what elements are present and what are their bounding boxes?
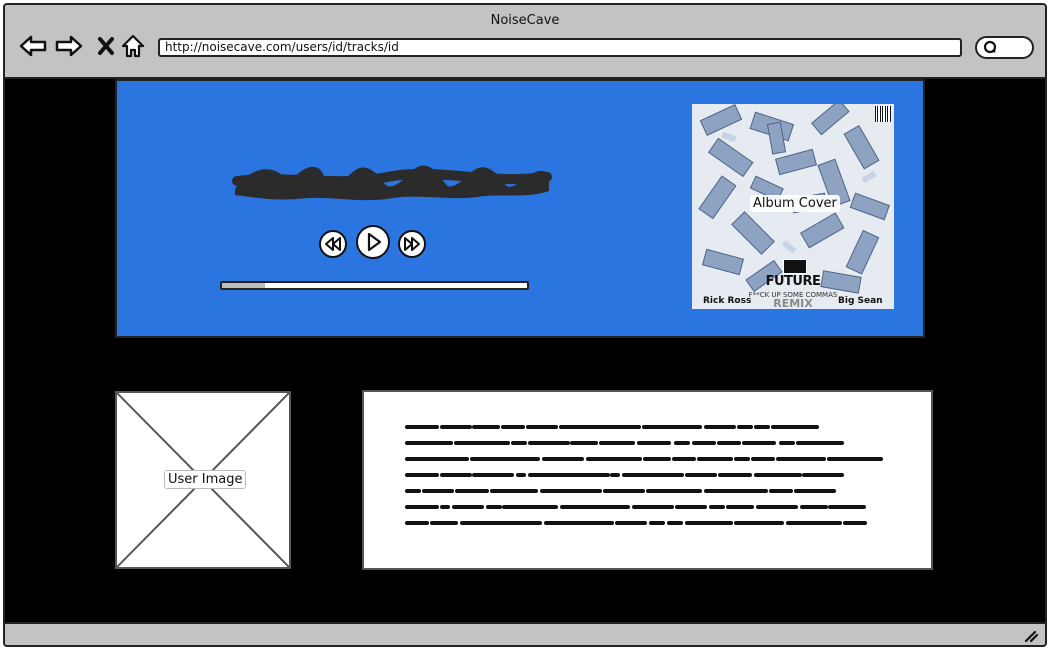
address-bar[interactable]: http://noisecave.com/users/id/tracks/id (158, 38, 962, 57)
user-image-label: User Image (164, 470, 247, 489)
track-progress-bar[interactable] (220, 281, 529, 290)
playback-controls (318, 224, 428, 260)
rewind-icon[interactable] (318, 229, 348, 259)
album-cover: Album Cover FUTURE F**CK UP SOME COMMAS … (692, 104, 894, 309)
close-icon[interactable] (91, 31, 121, 61)
play-icon[interactable] (355, 224, 391, 260)
player-panel: Album Cover FUTURE F**CK UP SOME COMMAS … (115, 79, 925, 338)
user-image-placeholder: User Image (115, 391, 291, 569)
browser-statusbar (5, 622, 1045, 645)
forward-arrow-icon[interactable] (54, 31, 84, 61)
fast-forward-icon[interactable] (397, 229, 427, 259)
barcode-graphic (875, 106, 891, 122)
cover-right-credit: Big Sean (838, 296, 883, 306)
browser-titlebar: NoiseCave http://noisecave.com/users/id/… (5, 5, 1045, 79)
search-field[interactable] (975, 36, 1034, 59)
back-arrow-icon[interactable] (18, 31, 48, 61)
album-cover-label: Album Cover (750, 195, 840, 212)
resize-grip-icon[interactable] (1023, 627, 1039, 643)
cover-left-credit: Rick Ross (703, 296, 752, 306)
description-text-scribble (405, 425, 883, 525)
browser-window: NoiseCave http://noisecave.com/users/id/… (3, 3, 1047, 647)
search-icon (983, 40, 997, 54)
track-title (227, 153, 557, 207)
explicit-badge (783, 259, 807, 274)
home-icon[interactable] (118, 31, 148, 61)
cover-artist-text: FUTURE (765, 274, 821, 289)
track-description (362, 390, 933, 570)
window-title: NoiseCave (490, 13, 560, 28)
track-progress-fill (222, 283, 265, 288)
